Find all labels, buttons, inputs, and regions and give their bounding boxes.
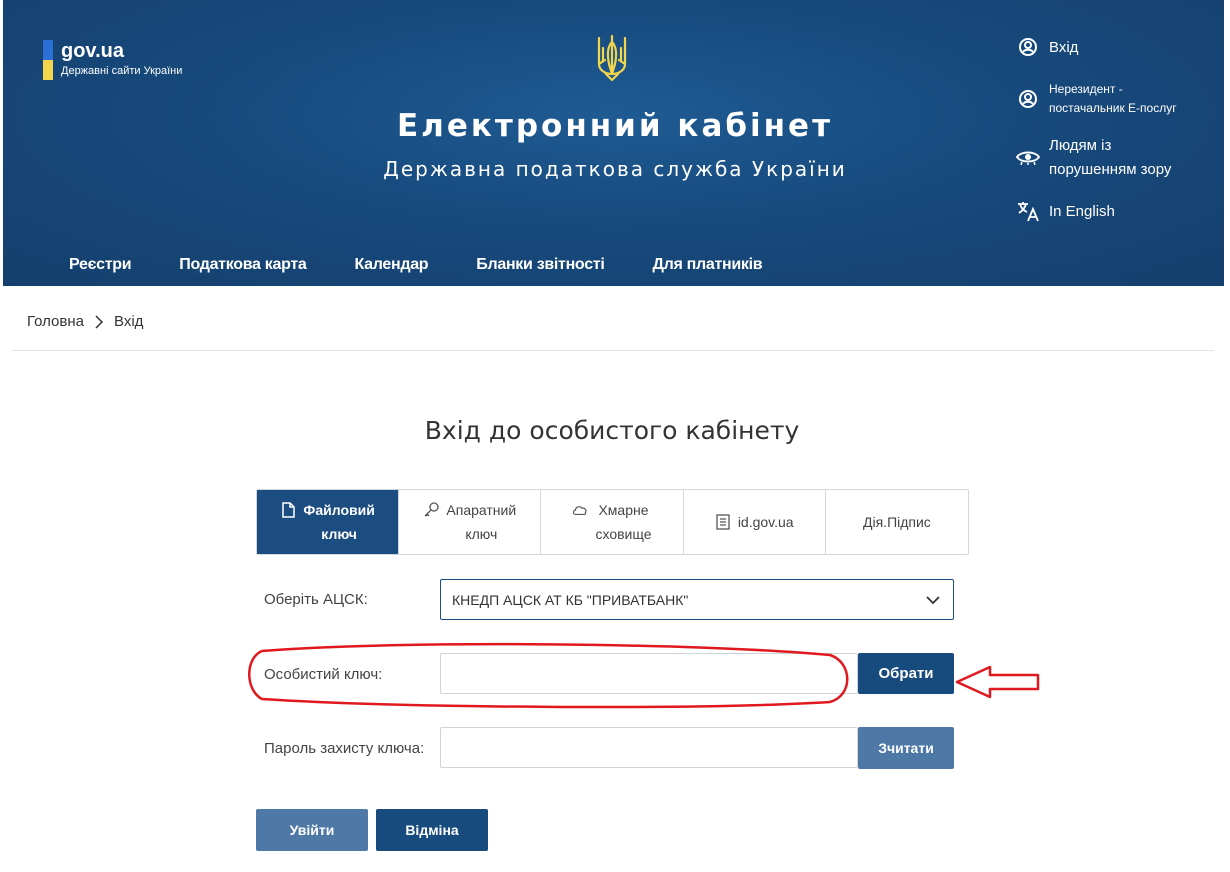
breadcrumb-current: Вхід (114, 313, 144, 330)
key-icon (423, 502, 440, 518)
login-link-label: Вхід (1049, 39, 1079, 56)
acsk-select[interactable]: КНЕДП АЦСК АТ КБ "ПРИВАТБАНК" (440, 579, 954, 620)
tab-diia-signature-label: Дія.Підпис (863, 514, 931, 530)
main-navigation: Реєстри Податкова карта Календар Бланки … (69, 256, 810, 278)
tab-hardware-key-line2: ключ (465, 526, 498, 542)
low-vision-label-line2: порушенням зору (1049, 161, 1172, 178)
chevron-right-icon (95, 314, 104, 329)
low-vision-label-line1: Людям із (1049, 137, 1112, 154)
translate-icon (1016, 200, 1040, 222)
site-header: gov.ua Державні сайти України Електронни… (0, 0, 1230, 286)
english-link-label: In English (1049, 203, 1115, 220)
gov-ua-subtitle: Державні сайти України (61, 65, 183, 77)
nav-registries[interactable]: Реєстри (69, 256, 132, 278)
breadcrumb: Головна Вхід (27, 313, 143, 330)
divider (12, 350, 1214, 351)
trident-icon (597, 34, 627, 82)
tab-hardware-key[interactable]: Апаратний ключ (399, 490, 542, 554)
tab-id-gov-ua-label: id.gov.ua (737, 514, 794, 530)
nav-calendar[interactable]: Календар (354, 256, 428, 278)
cancel-button[interactable]: Відміна (376, 809, 488, 851)
key-password-input[interactable] (440, 727, 858, 768)
login-link[interactable]: Вхід (1016, 36, 1078, 60)
tab-cloud-storage[interactable]: Хмарне сховище (541, 490, 684, 554)
read-key-button[interactable]: Зчитати (858, 727, 954, 769)
login-button[interactable]: Увійти (256, 809, 368, 851)
user-icon (1016, 36, 1040, 58)
file-icon (280, 502, 296, 518)
tab-id-gov-ua[interactable]: id.gov.ua (684, 490, 826, 554)
choose-key-button[interactable]: Обрати (858, 653, 954, 694)
document-icon (715, 514, 731, 530)
tab-file-key-line1: Файловий (303, 502, 375, 518)
nav-for-payers[interactable]: Для платників (652, 256, 762, 278)
acsk-selected-value: КНЕДП АЦСК АТ КБ "ПРИВАТБАНК" (452, 591, 689, 608)
ukraine-flag-icon (43, 40, 53, 80)
cloud-icon (572, 502, 588, 518)
nav-report-forms[interactable]: Бланки звітності (476, 256, 605, 278)
annotation-arrow-icon (955, 665, 1040, 699)
private-key-label: Особистий ключ: (264, 666, 383, 683)
tab-file-key[interactable]: Файловий ключ (257, 490, 400, 554)
english-link[interactable]: In English (1016, 200, 1115, 224)
page-title: Електронний кабінет (396, 108, 834, 144)
gov-ua-logo[interactable]: gov.ua Державні сайти України (43, 40, 182, 82)
acsk-label: Оберіть АЦСК: (264, 591, 368, 608)
low-vision-link[interactable]: Людям із порушенням зору (1016, 134, 1171, 182)
nonresident-label-line2: постачальник Е-послуг (1049, 101, 1177, 115)
login-method-tabs: Файловий ключ Апаратний ключ Хмарне схов… (256, 489, 969, 555)
chevron-down-icon (926, 596, 940, 605)
tab-cloud-storage-line1: Хмарне (598, 502, 649, 518)
tab-file-key-line2: ключ (321, 526, 357, 542)
key-password-label: Пароль захисту ключа: (264, 740, 425, 757)
tab-cloud-storage-line2: сховище (595, 526, 652, 542)
login-title: Вхід до особистого кабінету (424, 416, 800, 445)
tab-hardware-key-line1: Апаратний (446, 502, 517, 518)
page-subtitle: Державна податкова служба України (383, 157, 847, 181)
user-icon (1016, 88, 1040, 110)
private-key-input[interactable] (440, 653, 858, 694)
nonresident-label-line1: Нерезидент - (1049, 82, 1123, 96)
nav-tax-map[interactable]: Податкова карта (179, 256, 307, 278)
tab-diia-signature[interactable]: Дія.Підпис (826, 490, 968, 554)
eye-icon (1016, 146, 1040, 168)
breadcrumb-home[interactable]: Головна (27, 313, 84, 330)
nonresident-link[interactable]: Нерезидент - постачальник Е-послуг (1016, 80, 1177, 118)
gov-ua-title: gov.ua (61, 40, 124, 62)
